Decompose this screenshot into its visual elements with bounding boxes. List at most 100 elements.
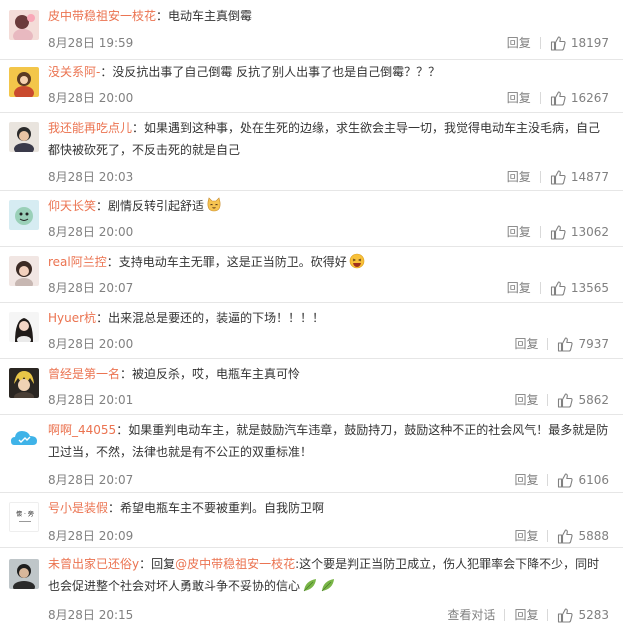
comment-text: 未曾出家已还俗y：回复@皮中带稳祖安一枝花:这个要是判正当防卫成立，伤人犯罪率会… bbox=[48, 557, 600, 593]
mention-link[interactable]: @皮中带稳祖安一枝花 bbox=[175, 557, 295, 571]
like-count: 5862 bbox=[578, 393, 609, 407]
like-button[interactable]: 16267 bbox=[550, 90, 609, 106]
reply-button[interactable]: 回复 bbox=[507, 280, 531, 296]
like-button[interactable]: 5283 bbox=[557, 607, 609, 623]
avatar[interactable]: 懷 · 旁 bbox=[9, 502, 39, 532]
comment-item: Hyuer杭：出来混总是要还的，装逼的下场！！！！ 8月28日 20:00 回复… bbox=[0, 303, 623, 359]
like-count: 5888 bbox=[578, 529, 609, 543]
comment-item: 曾经是第一名：被迫反杀，哎，电瓶车主真可怜 8月28日 20:01 回复 586… bbox=[0, 359, 623, 415]
comment-actions: 回复 7937 bbox=[514, 336, 609, 352]
comment-text: 没关系阿-：没反抗出事了自己倒霉 反抗了别人出事了也是自己倒霉？？？ bbox=[48, 65, 441, 79]
like-button[interactable]: 14877 bbox=[550, 169, 609, 185]
like-button[interactable]: 5888 bbox=[557, 528, 609, 544]
timestamp: 8月28日 20:09 bbox=[48, 529, 134, 543]
like-count: 5283 bbox=[578, 608, 609, 622]
reply-button[interactable]: 回复 bbox=[507, 35, 531, 51]
cat-emoji-icon bbox=[207, 197, 221, 212]
divider bbox=[547, 530, 549, 542]
timestamp: 8月28日 20:00 bbox=[48, 337, 134, 351]
reply-button[interactable]: 回复 bbox=[514, 607, 538, 623]
reply-button[interactable]: 回复 bbox=[507, 90, 531, 106]
timestamp: 8月28日 20:01 bbox=[48, 393, 134, 407]
comment-item: 啊啊_44055：如果重判电动车主，就是鼓励汽车违章，鼓励持刀，鼓励这种不正的社… bbox=[0, 415, 623, 493]
username-link[interactable]: real阿兰控 bbox=[48, 255, 107, 269]
comment-actions: 回复 6106 bbox=[514, 472, 609, 488]
reply-button[interactable]: 回复 bbox=[507, 224, 531, 240]
comment-text: 皮中带稳祖安一枝花：电动车主真倒霉 bbox=[48, 9, 253, 23]
like-button[interactable]: 18197 bbox=[550, 35, 609, 51]
divider bbox=[539, 92, 541, 104]
username-link[interactable]: 啊啊_44055 bbox=[48, 423, 116, 437]
username-link[interactable]: 皮中带稳祖安一枝花 bbox=[48, 9, 156, 23]
leaf-emoji-icon bbox=[321, 579, 335, 592]
like-button[interactable]: 6106 bbox=[557, 472, 609, 488]
laughing-emoji-icon bbox=[349, 253, 365, 269]
view-conversation-link[interactable]: 查看对话 bbox=[447, 607, 495, 623]
like-button[interactable]: 13062 bbox=[550, 224, 609, 240]
like-button[interactable]: 5862 bbox=[557, 392, 609, 408]
comment-actions: 回复 16267 bbox=[507, 90, 609, 106]
thumbs-up-icon bbox=[550, 224, 566, 240]
reply-button[interactable]: 回复 bbox=[514, 336, 538, 352]
username-link[interactable]: 我还能再吃点儿 bbox=[48, 121, 132, 135]
avatar[interactable] bbox=[9, 67, 39, 97]
username-link[interactable]: 没关系阿- bbox=[48, 65, 100, 79]
thumbs-up-icon bbox=[557, 607, 574, 623]
reply-button[interactable]: 回复 bbox=[514, 392, 538, 408]
divider bbox=[539, 226, 541, 238]
avatar[interactable] bbox=[9, 559, 39, 589]
reply-button[interactable]: 回复 bbox=[507, 169, 531, 185]
reply-button[interactable]: 回复 bbox=[514, 528, 538, 544]
like-count: 16267 bbox=[570, 91, 609, 105]
divider bbox=[504, 609, 506, 621]
leaf-emoji-icon bbox=[303, 579, 317, 592]
thumbs-up-icon bbox=[550, 90, 566, 106]
comment-actions: 回复 13062 bbox=[507, 224, 609, 240]
comment-actions: 回复 5862 bbox=[514, 392, 609, 408]
username-link[interactable]: 未曾出家已还俗y bbox=[48, 557, 139, 571]
comment-list: 皮中带稳祖安一枝花：电动车主真倒霉 8月28日 19:59 回复 18197 没… bbox=[0, 0, 623, 628]
like-button[interactable]: 13565 bbox=[550, 280, 609, 296]
comment-text: 曾经是第一名：被迫反杀，哎，电瓶车主真可怜 bbox=[48, 367, 301, 381]
comment-actions: 回复 13565 bbox=[507, 280, 609, 296]
comment-item: real阿兰控：支持电动车主无罪，这是正当防卫。砍得好 8月28日 20:07 … bbox=[0, 247, 623, 303]
thumbs-up-icon bbox=[550, 280, 566, 296]
avatar[interactable] bbox=[9, 256, 39, 286]
comment-item: 未曾出家已还俗y：回复@皮中带稳祖安一枝花:这个要是判正当防卫成立，伤人犯罪率会… bbox=[0, 548, 623, 628]
like-count: 13062 bbox=[570, 225, 609, 239]
comment-item: 我还能再吃点儿：如果遇到这种事，处在生死的边缘，求生欲会主导一切，我觉得电动车主… bbox=[0, 113, 623, 191]
avatar[interactable] bbox=[9, 368, 39, 398]
like-count: 14877 bbox=[570, 170, 609, 184]
timestamp: 8月28日 20:07 bbox=[48, 281, 134, 295]
comment-text: 啊啊_44055：如果重判电动车主，就是鼓励汽车违章，鼓励持刀，鼓励这种不正的社… bbox=[48, 423, 609, 459]
avatar[interactable] bbox=[9, 312, 39, 342]
thumbs-up-icon bbox=[550, 169, 566, 185]
comment-text: Hyuer杭：出来混总是要还的，装逼的下场！！！！ bbox=[48, 311, 325, 325]
avatar[interactable] bbox=[9, 122, 39, 152]
reply-button[interactable]: 回复 bbox=[514, 472, 538, 488]
username-link[interactable]: 仰天长笑 bbox=[48, 199, 96, 213]
avatar[interactable] bbox=[9, 10, 39, 40]
username-link[interactable]: 号小是装假 bbox=[48, 501, 108, 515]
like-count: 7937 bbox=[578, 337, 609, 351]
svg-text:懷 · 旁: 懷 · 旁 bbox=[16, 510, 34, 518]
divider bbox=[539, 171, 541, 183]
avatar[interactable] bbox=[9, 200, 39, 230]
like-button[interactable]: 7937 bbox=[557, 336, 609, 352]
divider bbox=[539, 37, 541, 49]
comment-text: 号小是装假：希望电瓶车主不要被重判。自我防卫啊 bbox=[48, 501, 325, 515]
username-link[interactable]: Hyuer杭 bbox=[48, 311, 96, 325]
like-count: 18197 bbox=[570, 36, 609, 50]
timestamp: 8月28日 20:07 bbox=[48, 473, 134, 487]
comment-item: 没关系阿-：没反抗出事了自己倒霉 反抗了别人出事了也是自己倒霉？？？ 8月28日… bbox=[0, 60, 623, 113]
comment-text: 仰天长笑：剧情反转引起舒适 bbox=[48, 195, 609, 217]
avatar[interactable] bbox=[9, 424, 39, 454]
comment-text: real阿兰控：支持电动车主无罪，这是正当防卫。砍得好 bbox=[48, 251, 609, 273]
like-count: 6106 bbox=[578, 473, 609, 487]
timestamp: 8月28日 20:03 bbox=[48, 170, 134, 184]
comment-actions: 回复 18197 bbox=[507, 35, 609, 51]
like-count: 13565 bbox=[570, 281, 609, 295]
divider bbox=[547, 609, 549, 621]
thumbs-up-icon bbox=[557, 528, 574, 544]
username-link[interactable]: 曾经是第一名 bbox=[48, 367, 120, 381]
